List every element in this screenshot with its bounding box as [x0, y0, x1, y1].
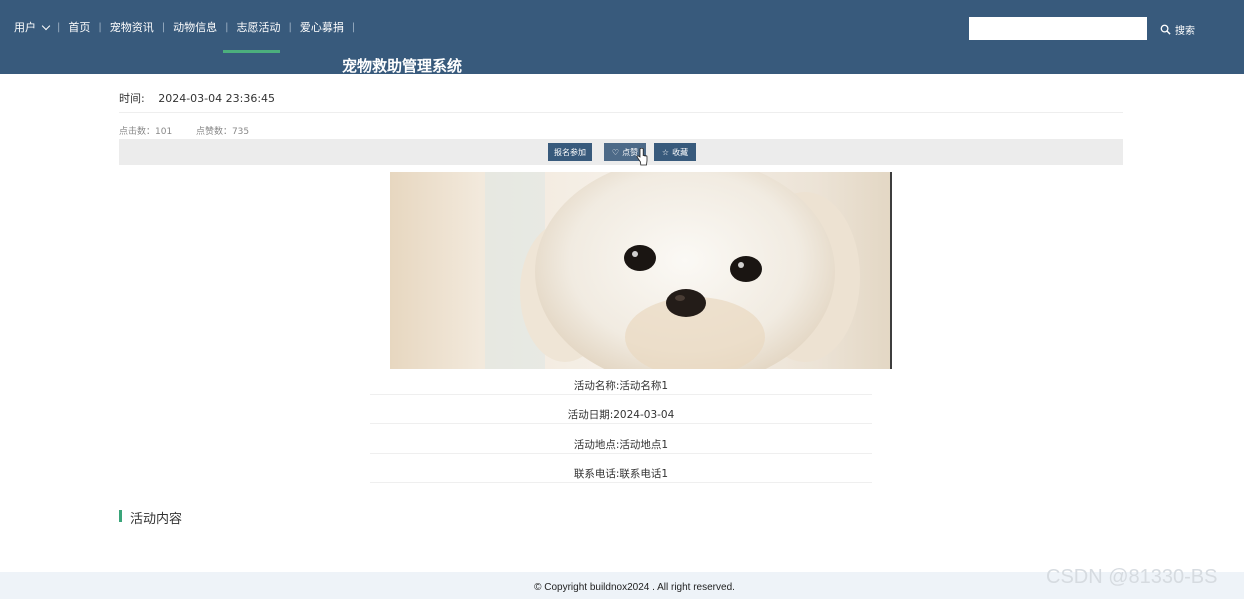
nav-divider: | — [288, 21, 292, 33]
contact-phone: 联系电话:联系电话1 — [573, 468, 669, 480]
like-count: 点赞数：735 — [195, 127, 250, 137]
hand-cursor-icon — [636, 148, 648, 166]
click-count: 点击数：101 — [119, 127, 173, 137]
search-icon — [1160, 24, 1171, 35]
publish-time: 时间: 2024-03-04 23:36:45 — [119, 90, 275, 106]
user-menu[interactable]: 用户 — [14, 19, 51, 35]
nav-donation[interactable]: 爱心募捐 — [300, 19, 344, 35]
divider — [370, 423, 872, 424]
search-button-label: 搜索 — [1175, 26, 1195, 37]
divider — [370, 394, 872, 395]
search-button[interactable]: 搜索 — [1160, 22, 1195, 37]
nav-divider: | — [57, 21, 61, 33]
nav-divider: | — [161, 21, 166, 33]
nav-divider: | — [98, 21, 102, 33]
main-nav: 用户 | 首页 | 宠物资讯 | 动物信息 | 志愿活动 | 爱心募捐 | — [14, 19, 363, 35]
divider — [370, 453, 872, 454]
watermark: CSDN @81330-BS — [1046, 566, 1218, 588]
divider — [370, 482, 872, 483]
nav-divider: | — [225, 21, 229, 33]
signup-button-label: 报名参加 — [554, 147, 586, 157]
heart-icon: ♡ — [611, 147, 620, 157]
divider — [119, 112, 1123, 113]
chevron-down-icon — [41, 21, 51, 30]
activity-location: 活动地点:活动地点1 — [573, 439, 669, 451]
nav-pet-news[interactable]: 宠物资讯 — [110, 19, 154, 35]
nav-volunteer-activities[interactable]: 志愿活动 — [237, 19, 281, 35]
activity-name: 活动名称:活动名称1 — [573, 380, 669, 392]
favorite-button[interactable]: ☆ 收藏 — [654, 143, 696, 161]
favorite-button-label: 收藏 — [672, 147, 689, 157]
action-bar: 报名参加 ♡ 点赞 ☆ 收藏 — [119, 139, 1123, 165]
activity-date: 活动日期:2024-03-04 — [567, 409, 675, 421]
user-menu-label: 用户 — [14, 21, 36, 34]
stats-row: 点击数：101 点赞数：735 — [119, 124, 249, 137]
site-title: 宠物救助管理系统 — [342, 57, 463, 75]
signup-button[interactable]: 报名参加 — [548, 143, 592, 161]
nav-animal-info[interactable]: 动物信息 — [173, 19, 217, 35]
activity-content-heading: 活动内容 — [130, 512, 183, 527]
activity-photo — [390, 172, 892, 369]
nav-divider: | — [351, 21, 356, 33]
search-input[interactable] — [969, 17, 1147, 40]
section-marker — [119, 510, 122, 522]
time-value: 2024-03-04 23:36:45 — [158, 92, 276, 105]
nav-home[interactable]: 首页 — [68, 19, 90, 35]
star-icon: ☆ — [661, 147, 670, 157]
time-label: 时间: — [119, 92, 145, 105]
active-tab-indicator — [223, 50, 280, 53]
